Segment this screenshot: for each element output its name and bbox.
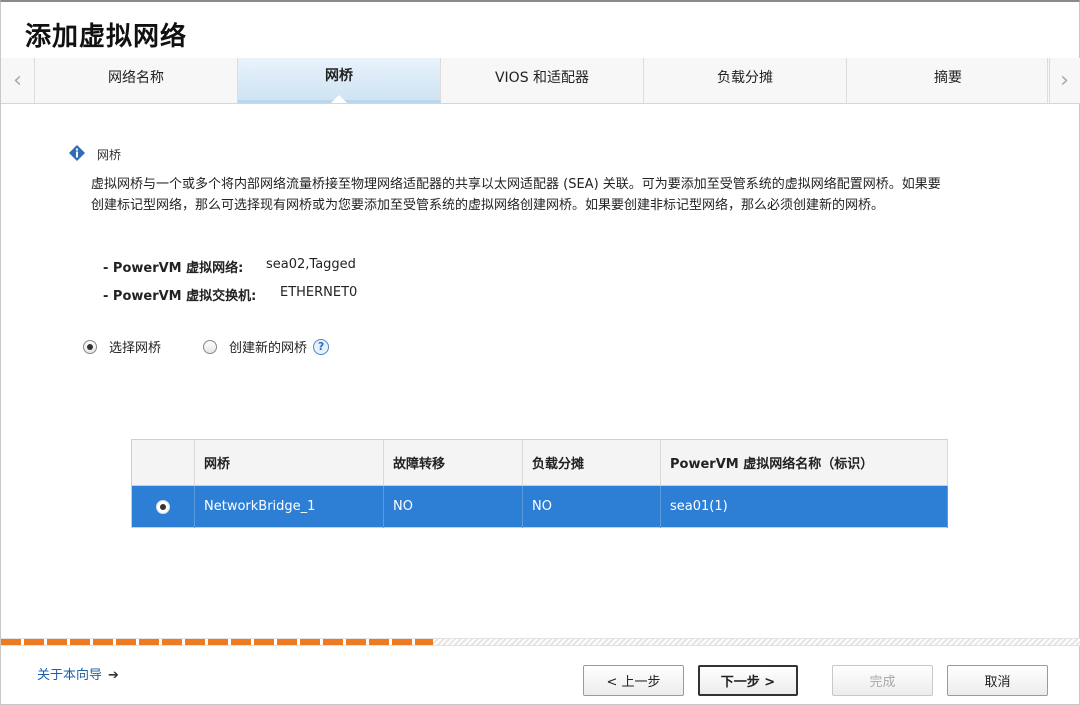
column-header-load-balancing[interactable]: 负载分摊 <box>522 439 661 486</box>
bridge-table: 网桥 故障转移 负载分摊 PowerVM 虚拟网络名称（标识） NetworkB… <box>131 439 948 528</box>
wizard-progress-bar <box>1 638 1080 646</box>
about-wizard-label: 关于本向导 <box>37 668 103 683</box>
failover-cell: NO <box>383 485 523 528</box>
create-bridge-radio[interactable] <box>203 339 217 354</box>
virtual-network-label: - PowerVM 虚拟网络: <box>103 261 244 276</box>
select-bridge-option[interactable]: 选择网桥 <box>83 337 161 356</box>
select-bridge-label: 选择网桥 <box>109 341 162 356</box>
create-bridge-option[interactable]: 创建新的网桥 ? <box>203 337 330 356</box>
tab-network-name[interactable]: 网络名称 <box>35 58 238 103</box>
bridge-name-cell: NetworkBridge_1 <box>194 485 384 528</box>
virtual-switch-row: - PowerVM 虚拟交换机: ETHERNET0 <box>103 285 357 304</box>
virtual-network-value: sea02,Tagged <box>266 257 356 272</box>
virtual-switch-label: - PowerVM 虚拟交换机: <box>103 289 257 304</box>
info-description: 虚拟网桥与一个或多个将内部网络流量桥接至物理网络适配器的共享以太网适配器 (SE… <box>91 177 941 213</box>
info-diamond-icon <box>69 145 85 161</box>
virtual-switch-value: ETHERNET0 <box>280 285 358 300</box>
arrow-right-icon: ➔ <box>108 668 119 683</box>
select-bridge-radio[interactable] <box>83 339 97 354</box>
cancel-button[interactable]: 取消 <box>947 665 1048 696</box>
table-row[interactable]: NetworkBridge_1 NO NO sea01(1) <box>131 485 948 528</box>
row-select-cell[interactable] <box>131 485 195 528</box>
about-wizard-link[interactable]: 关于本向导 ➔ <box>37 664 119 683</box>
column-header-select <box>131 439 195 486</box>
load-balancing-cell: NO <box>522 485 661 528</box>
previous-button[interactable]: < 上一步 <box>583 665 684 696</box>
info-heading: 网桥 <box>97 148 122 162</box>
column-header-bridge[interactable]: 网桥 <box>194 439 384 486</box>
table-header-row: 网桥 故障转移 负载分摊 PowerVM 虚拟网络名称（标识） <box>131 439 948 486</box>
virtual-network-row: - PowerVM 虚拟网络: sea02,Tagged <box>103 257 356 276</box>
create-bridge-label: 创建新的网桥 <box>229 341 308 356</box>
next-button[interactable]: 下一步 > <box>698 665 798 696</box>
column-header-failover[interactable]: 故障转移 <box>383 439 523 486</box>
wizard-tab-bar: ‹ 网络名称 网桥 VIOS 和适配器 负载分摊 摘要 › <box>1 58 1080 104</box>
tab-bridge[interactable]: 网桥 <box>238 58 441 103</box>
tab-scroll-left-icon[interactable]: ‹ <box>1 58 35 103</box>
help-icon[interactable]: ? <box>313 338 330 355</box>
wizard-progress-fill <box>1 639 433 645</box>
column-header-network-name[interactable]: PowerVM 虚拟网络名称（标识） <box>660 439 948 486</box>
tab-scroll-right-icon[interactable]: › <box>1047 58 1080 103</box>
page-title: 添加虚拟网络 <box>25 22 188 52</box>
tab-load-balancing[interactable]: 负载分摊 <box>644 58 847 103</box>
row-select-radio[interactable] <box>156 499 170 514</box>
network-name-cell: sea01(1) <box>660 485 948 528</box>
tab-summary[interactable]: 摘要 <box>847 58 1050 103</box>
tab-vios-adapters[interactable]: VIOS 和适配器 <box>441 58 644 103</box>
wizard-window: 添加虚拟网络 ‹ 网络名称 网桥 VIOS 和适配器 负载分摊 摘要 › 网桥 … <box>0 0 1080 705</box>
finish-button[interactable]: 完成 <box>832 665 933 696</box>
